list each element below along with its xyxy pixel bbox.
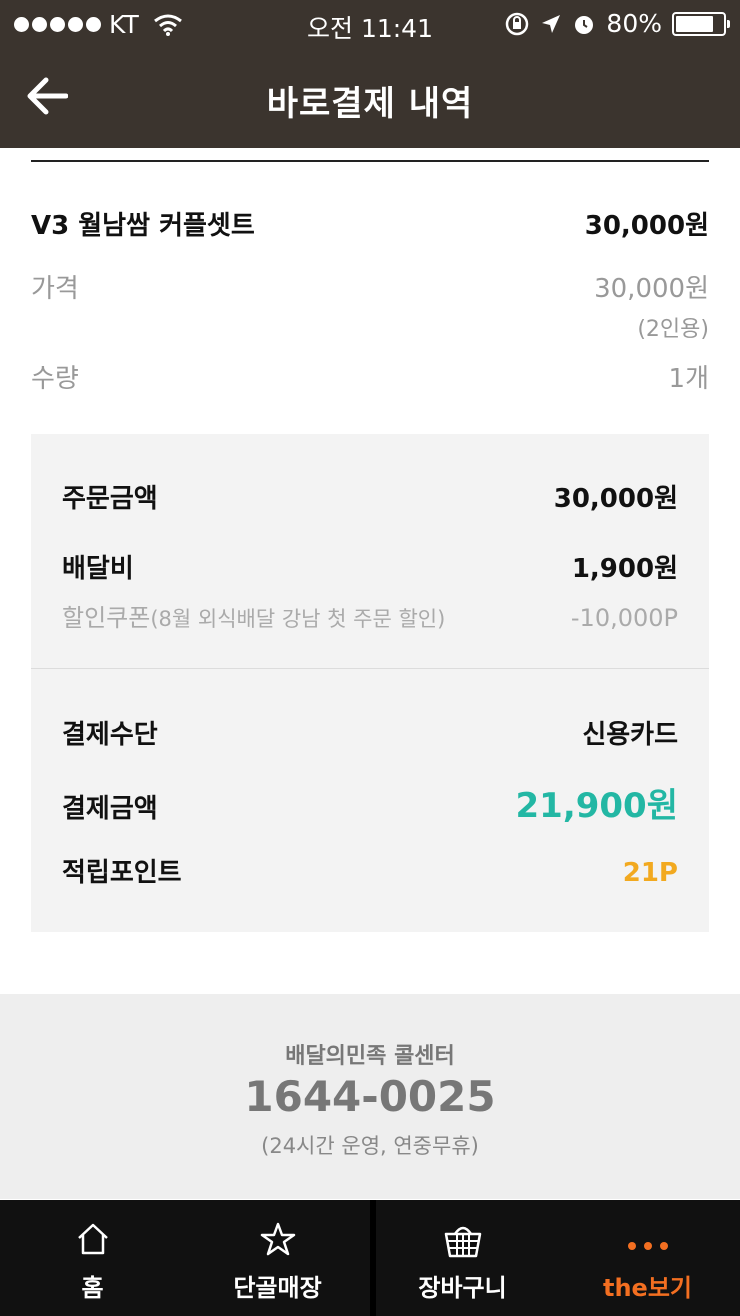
- coupon-value: -10,000P: [570, 604, 678, 632]
- callcenter-phone[interactable]: 1644-0025: [0, 1072, 740, 1121]
- order-item-row: V3 월남쌈 커플셋트 30,000원: [31, 205, 709, 242]
- price-value-group: 30,000원 (2인용): [594, 268, 709, 343]
- points-value: 21P: [622, 858, 678, 888]
- payment-amount-value: 21,900원: [515, 786, 678, 826]
- delivery-fee-label: 배달비: [62, 554, 134, 584]
- points-row: 적립포인트 21P: [62, 852, 678, 889]
- order-item-name: V3 월남쌈 커플셋트: [31, 211, 255, 241]
- price-note: (2인용): [637, 317, 709, 342]
- order-amount-label: 주문금액: [62, 484, 158, 514]
- delivery-fee-row: 배달비 1,900원: [62, 548, 678, 585]
- coupon-label-group: 할인쿠폰(8월 외식배달 강남 첫 주문 할인): [62, 598, 445, 633]
- payment-method-label: 결제수단: [62, 720, 158, 750]
- tab-more-label: the보기: [603, 1274, 692, 1302]
- battery-icon: [672, 11, 730, 36]
- tab-home[interactable]: 홈: [0, 1200, 185, 1316]
- status-right: 80%: [504, 9, 730, 38]
- order-amount-value: 30,000원: [553, 484, 678, 514]
- rotation-lock-icon: [506, 12, 529, 35]
- callcenter-note: (24시간 운영, 연중무휴): [261, 1134, 479, 1158]
- alarm-icon: [575, 15, 594, 34]
- page-title: 바로결제 내역: [266, 84, 474, 124]
- nav-bar: 바로결제 내역: [0, 48, 740, 148]
- quantity-row: 수량 1개: [31, 358, 709, 395]
- quantity-label: 수량: [31, 364, 79, 394]
- coupon-label: 할인쿠폰: [62, 604, 151, 632]
- callcenter-title: 배달의민족 콜센터: [285, 1044, 455, 1069]
- more-dots-icon: [555, 1222, 740, 1258]
- tab-cart-label: 장바구니: [418, 1274, 507, 1302]
- payment-amount-label: 결제금액: [62, 794, 158, 824]
- payment-method-value: 신용카드: [582, 720, 678, 750]
- payment-method-row: 결제수단 신용카드: [62, 714, 678, 751]
- tab-more[interactable]: the보기: [555, 1200, 740, 1316]
- tab-cart[interactable]: 장바구니: [370, 1200, 555, 1316]
- points-label: 적립포인트: [62, 858, 182, 888]
- order-item-total: 30,000원: [584, 211, 709, 241]
- tab-favorites-label: 단골매장: [233, 1274, 322, 1302]
- star-icon: [185, 1222, 370, 1258]
- tab-bar: 홈 단골매장 장바구니 the보기: [0, 1200, 740, 1316]
- basket-icon: [370, 1222, 555, 1258]
- top-divider: [31, 160, 709, 162]
- callcenter-section: 배달의민족 콜센터 1644-0025 (24시간 운영, 연중무휴): [0, 994, 740, 1199]
- battery-fill: [676, 15, 713, 32]
- tab-favorites[interactable]: 단골매장: [185, 1200, 370, 1316]
- coupon-description: (8월 외식배달 강남 첫 주문 할인): [150, 607, 446, 631]
- summary-divider: [31, 668, 709, 669]
- payment-summary: 주문금액 30,000원 배달비 1,900원 할인쿠폰(8월 외식배달 강남 …: [31, 434, 709, 932]
- price-row: 가격 30,000원 (2인용): [31, 268, 709, 343]
- price-value: 30,000원: [594, 274, 709, 304]
- price-label: 가격: [31, 274, 79, 304]
- delivery-fee-value: 1,900원: [571, 554, 678, 584]
- payment-amount-row: 결제금액 21,900원: [62, 778, 678, 827]
- home-icon: [0, 1222, 185, 1258]
- location-arrow-icon: [542, 14, 561, 33]
- battery-percent: 80%: [606, 9, 662, 38]
- order-amount-row: 주문금액 30,000원: [62, 478, 678, 515]
- coupon-row: 할인쿠폰(8월 외식배달 강남 첫 주문 할인) -10,000P: [62, 598, 678, 633]
- tab-home-label: 홈: [81, 1274, 104, 1302]
- quantity-value: 1개: [668, 364, 709, 394]
- status-bar: KT 오전 11:41 80%: [0, 0, 740, 48]
